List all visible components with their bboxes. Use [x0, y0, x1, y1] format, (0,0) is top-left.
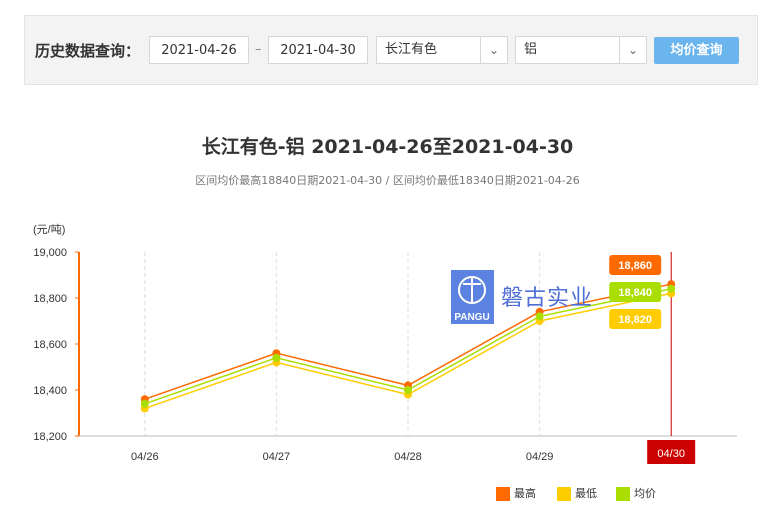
data-point-2 — [404, 386, 412, 394]
data-point-2 — [535, 312, 544, 321]
y-tick-label: 18,200 — [33, 431, 67, 443]
pangu-logo-text: PANGU — [454, 312, 489, 323]
tooltip-value: 18,860 — [618, 260, 652, 272]
legend-item-high[interactable]: 最高 — [496, 485, 536, 501]
data-point-2 — [272, 353, 281, 362]
legend-label-avg: 均价 — [634, 487, 656, 500]
tooltip-value: 18,840 — [618, 287, 652, 299]
legend-swatch-high — [496, 487, 510, 501]
x-tick-label: 04/30 — [657, 448, 685, 460]
x-tick-label: 04/29 — [526, 451, 554, 463]
legend-item-low[interactable]: 最低 — [557, 485, 597, 501]
legend-item-avg[interactable]: 均价 — [616, 485, 656, 501]
y-axis-label: (元/吨) — [33, 223, 65, 236]
watermark-text: 磐古实业 — [501, 286, 594, 311]
legend-label-low: 最低 — [575, 487, 597, 500]
y-tick-label: 18,600 — [33, 339, 67, 351]
y-tick-label: 19,000 — [33, 247, 67, 259]
legend-swatch-avg — [616, 487, 630, 501]
data-point-2 — [667, 284, 676, 293]
legend-swatch-low — [557, 487, 571, 501]
x-tick-label: 04/27 — [263, 451, 291, 463]
x-tick-label: 04/26 — [131, 451, 159, 463]
pangu-logo-icon: PANGU — [454, 276, 490, 323]
pangu-logo: PANGU — [451, 270, 494, 324]
y-tick-label: 18,400 — [33, 385, 67, 397]
tooltip-value: 18,820 — [618, 314, 652, 326]
x-tick-label: 04/28 — [394, 451, 422, 463]
legend-label-high: 最高 — [514, 487, 536, 500]
line-chart: (元/吨) 18,200 18,400 18,600 18,800 19,000 04/26… — [33, 223, 737, 464]
y-tick-label: 18,800 — [33, 293, 67, 305]
data-point-2 — [140, 399, 149, 408]
